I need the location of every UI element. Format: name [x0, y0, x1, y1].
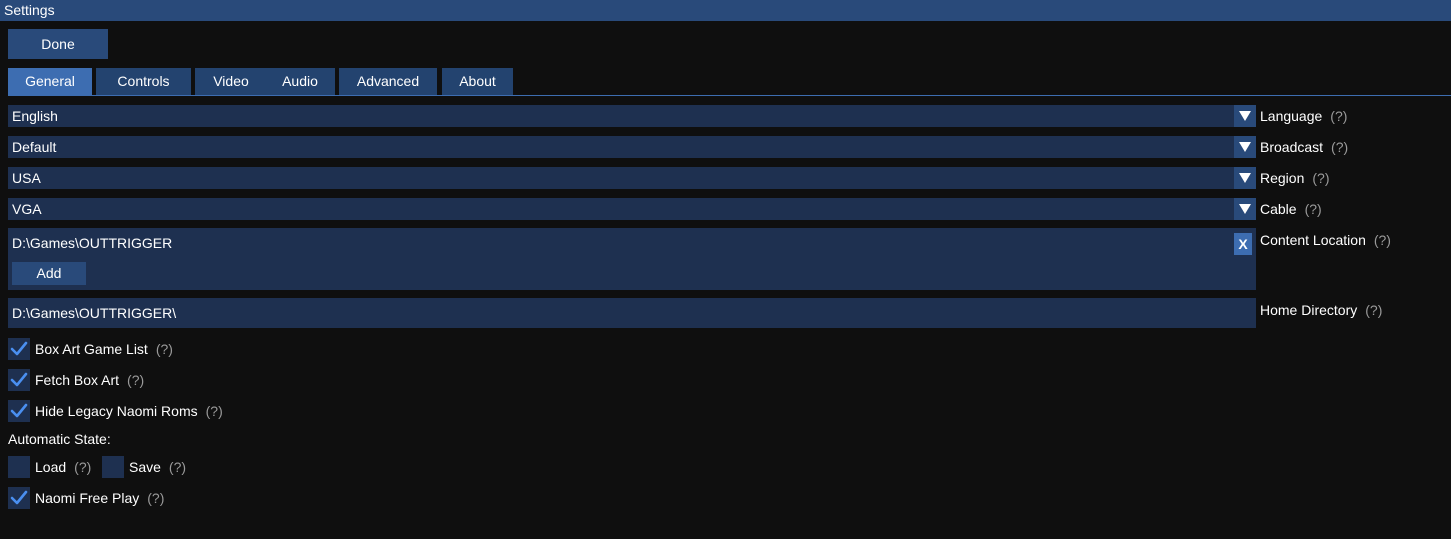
- content-location-label: Content Location (?): [1260, 232, 1391, 248]
- box-art-game-list-text: Box Art Game List: [35, 341, 148, 357]
- content-location-label-text: Content Location: [1260, 232, 1366, 248]
- region-label: Region (?): [1260, 170, 1330, 186]
- auto-load-help-icon[interactable]: (?): [74, 459, 91, 475]
- automatic-state-heading: Automatic State:: [8, 431, 111, 447]
- content-path: D:\Games\OUTTRIGGER: [12, 235, 173, 251]
- home-directory-label-text: Home Directory: [1260, 302, 1358, 318]
- hide-legacy-naomi-roms-label: Hide Legacy Naomi Roms (?): [35, 403, 223, 419]
- checkmark-icon: [10, 372, 28, 387]
- cable-select[interactable]: VGA: [8, 198, 1256, 220]
- box-art-game-list-label: Box Art Game List (?): [35, 341, 173, 357]
- fetch-box-art-text: Fetch Box Art: [35, 372, 120, 388]
- home-directory-field[interactable]: D:\Games\OUTTRIGGER\: [8, 298, 1256, 328]
- content-location-help-icon[interactable]: (?): [1374, 232, 1391, 248]
- hide-legacy-naomi-roms-text: Hide Legacy Naomi Roms: [35, 403, 198, 419]
- box-art-game-list-checkbox[interactable]: [8, 338, 30, 360]
- tab-controls[interactable]: Controls: [96, 68, 191, 95]
- region-select[interactable]: USA: [8, 167, 1256, 189]
- box-art-game-list-help-icon[interactable]: (?): [156, 341, 173, 357]
- broadcast-label: Broadcast (?): [1260, 139, 1348, 155]
- tab-audio[interactable]: Audio: [265, 68, 335, 95]
- dropdown-arrow-icon[interactable]: [1234, 105, 1256, 127]
- broadcast-select[interactable]: Default: [8, 136, 1256, 158]
- broadcast-value: Default: [12, 139, 57, 155]
- auto-load-label: Load (?): [35, 459, 91, 475]
- tab-general[interactable]: General: [8, 68, 92, 95]
- naomi-free-play-label: Naomi Free Play (?): [35, 490, 164, 506]
- auto-load-checkbox[interactable]: [8, 456, 30, 478]
- language-label: Language (?): [1260, 108, 1347, 124]
- language-select[interactable]: English: [8, 105, 1256, 127]
- auto-load-text: Load: [35, 459, 67, 475]
- tab-video[interactable]: Video: [195, 68, 267, 95]
- home-directory-value: D:\Games\OUTTRIGGER\: [12, 305, 177, 321]
- auto-save-help-icon[interactable]: (?): [169, 459, 186, 475]
- region-help-icon[interactable]: (?): [1312, 170, 1329, 186]
- auto-save-text: Save: [129, 459, 161, 475]
- tab-underline: [8, 95, 1451, 96]
- content-location-list: D:\Games\OUTTRIGGER X Add: [8, 228, 1256, 290]
- fetch-box-art-label: Fetch Box Art (?): [35, 372, 144, 388]
- cable-label-text: Cable: [1260, 201, 1297, 217]
- home-directory-help-icon[interactable]: (?): [1365, 302, 1382, 318]
- naomi-free-play-text: Naomi Free Play: [35, 490, 140, 506]
- tab-advanced[interactable]: Advanced: [339, 68, 437, 95]
- cable-help-icon[interactable]: (?): [1305, 201, 1322, 217]
- cable-label: Cable (?): [1260, 201, 1322, 217]
- fetch-box-art-help-icon[interactable]: (?): [127, 372, 144, 388]
- language-value: English: [12, 108, 58, 124]
- dropdown-arrow-icon[interactable]: [1234, 167, 1256, 189]
- region-value: USA: [12, 170, 41, 186]
- auto-save-label: Save (?): [129, 459, 186, 475]
- cable-value: VGA: [12, 201, 42, 217]
- broadcast-label-text: Broadcast: [1260, 139, 1324, 155]
- tab-about[interactable]: About: [442, 68, 513, 95]
- hide-legacy-naomi-roms-checkbox[interactable]: [8, 400, 30, 422]
- done-button[interactable]: Done: [8, 29, 108, 59]
- home-directory-label: Home Directory (?): [1260, 302, 1382, 318]
- region-label-text: Region: [1260, 170, 1305, 186]
- remove-path-button[interactable]: X: [1234, 233, 1252, 255]
- dropdown-arrow-icon[interactable]: [1234, 136, 1256, 158]
- checkmark-icon: [10, 403, 28, 418]
- checkmark-icon: [10, 490, 28, 505]
- add-path-button[interactable]: Add: [12, 262, 86, 285]
- window-title: Settings: [0, 0, 1451, 21]
- auto-save-checkbox[interactable]: [102, 456, 124, 478]
- language-label-text: Language: [1260, 108, 1323, 124]
- language-help-icon[interactable]: (?): [1330, 108, 1347, 124]
- checkmark-icon: [10, 341, 28, 356]
- broadcast-help-icon[interactable]: (?): [1331, 139, 1348, 155]
- naomi-free-play-help-icon[interactable]: (?): [147, 490, 164, 506]
- hide-legacy-naomi-roms-help-icon[interactable]: (?): [206, 403, 223, 419]
- naomi-free-play-checkbox[interactable]: [8, 487, 30, 509]
- fetch-box-art-checkbox[interactable]: [8, 369, 30, 391]
- dropdown-arrow-icon[interactable]: [1234, 198, 1256, 220]
